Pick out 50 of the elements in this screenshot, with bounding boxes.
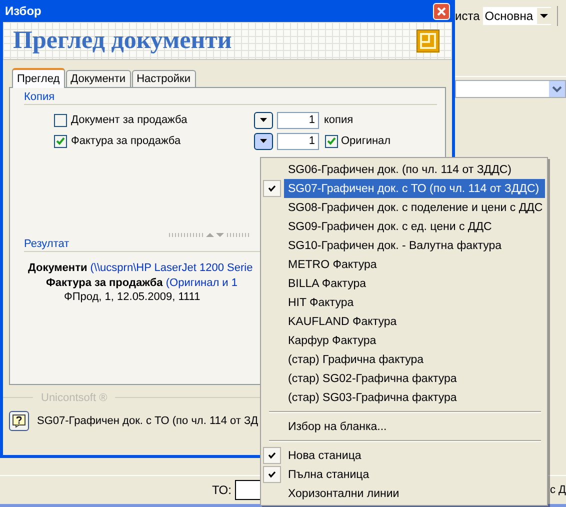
checkbox[interactable] — [325, 134, 338, 148]
menu-item[interactable]: Нова станица — [284, 446, 545, 465]
menu-item[interactable]: Хоризонтални линии — [284, 484, 545, 503]
menu-item[interactable]: SG06-Графичен док. (по чл. 114 от ЗДДС) — [284, 160, 545, 179]
dropdown-button[interactable] — [254, 112, 273, 128]
to-label: ТО: — [212, 483, 232, 497]
menu-item[interactable]: HIT Фактура — [284, 293, 545, 312]
count-field[interactable]: 1 — [277, 112, 319, 128]
tab[interactable]: Документи — [66, 70, 131, 87]
window-title: Избор — [5, 4, 42, 18]
tab[interactable]: Настройки — [132, 70, 196, 87]
checkbox-label: Документ за продажба — [71, 114, 188, 126]
menu-item[interactable]: Карфур Фактура — [284, 331, 545, 350]
help-icon[interactable] — [9, 411, 29, 431]
tab[interactable]: Преглед — [12, 68, 65, 88]
menu-item[interactable]: Избор на бланка... — [284, 417, 545, 436]
menu-item[interactable]: (стар) SG03-Графична фактура — [284, 388, 545, 407]
menu-item[interactable]: (стар) SG02-Графична фактура — [284, 369, 545, 388]
checkbox[interactable] — [54, 114, 67, 126]
checkbox[interactable] — [54, 134, 67, 148]
tree-item: Фактура за продажба (Оригинал и 1 — [46, 276, 238, 288]
tree-item: Документи (\\ucsprn\HP LaserJet 1200 Serie — [28, 262, 253, 274]
close-button[interactable] — [433, 2, 450, 20]
section-title: Копия — [24, 91, 55, 103]
view-dropdown[interactable]: Основна — [482, 6, 552, 24]
menu-item[interactable]: Пълна станица — [284, 465, 545, 484]
menu-item[interactable]: SG08-Графичен док. с поделение и цени с ДДС — [284, 198, 545, 217]
logo-icon — [416, 28, 440, 52]
combo-field[interactable] — [455, 80, 566, 98]
chevron-icon — [549, 81, 565, 97]
menu-item[interactable]: METRO Фактура — [284, 255, 545, 274]
menu-item[interactable]: BILLA Фактура — [284, 274, 545, 293]
dialog-heading: Преглед документи — [13, 26, 232, 54]
caret-icon — [260, 139, 267, 143]
menu-item[interactable]: (стар) Графична фактура — [284, 350, 545, 369]
count-field[interactable]: 1 — [277, 132, 319, 150]
menu-item[interactable]: SG07-Графичен док. с ТО (по чл. 114 от ЗДДС) — [284, 179, 545, 198]
toolbar-label: иста — [455, 8, 480, 22]
checkbox-label: Фактура за продажба — [71, 135, 181, 147]
section-title: Резултат — [24, 238, 70, 250]
close-icon — [437, 6, 446, 16]
copies-label: копия — [324, 114, 354, 126]
dropdown-button[interactable] — [254, 132, 273, 150]
caret-icon — [260, 118, 267, 122]
menu-item[interactable]: SG09-Графичен док. с ед. цени с ДДС — [284, 217, 545, 236]
menu-item[interactable]: SG10-Графичен док. - Валутна фактура — [284, 236, 545, 255]
status-text: SG07-Графичен док. с ТО (по чл. 114 от ЗД — [37, 415, 258, 427]
menu-item[interactable]: KAUFLAND Фактура — [284, 312, 545, 331]
checkbox-label: Оригинал — [341, 135, 391, 147]
tree-item: ФПрод, 1, 12.05.2009, 1111 — [64, 291, 200, 303]
